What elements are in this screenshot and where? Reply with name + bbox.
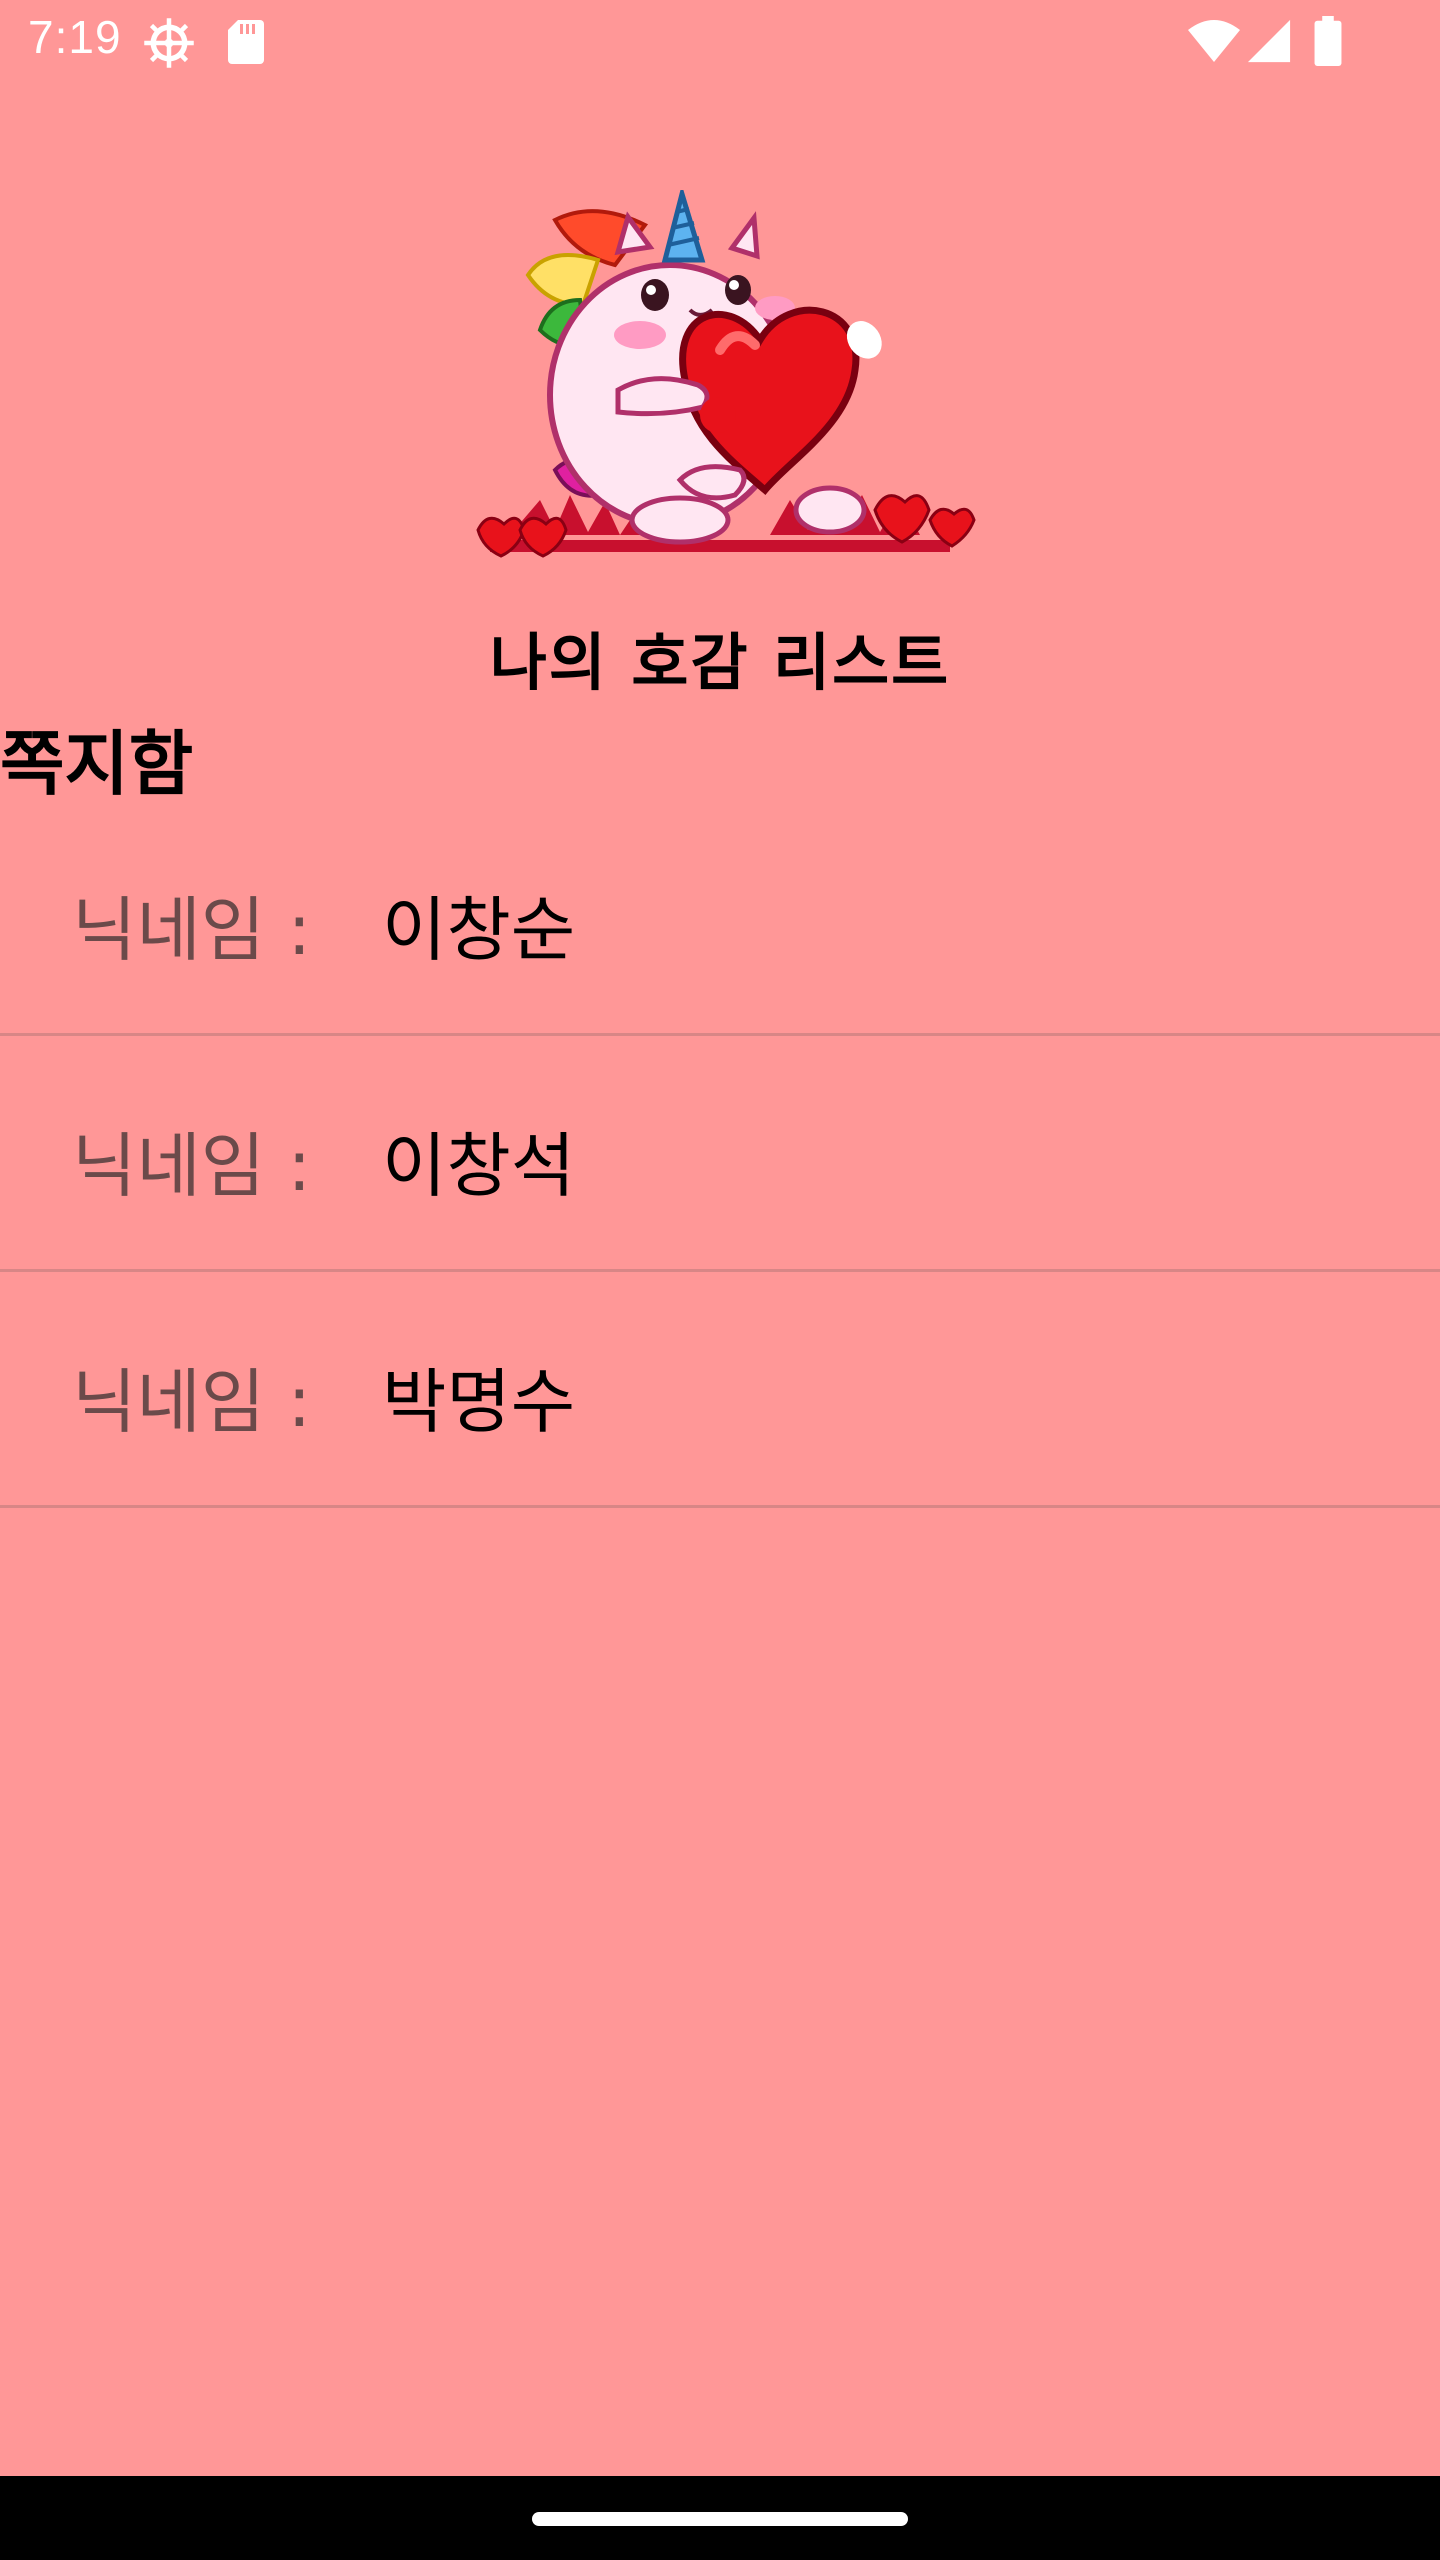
- gear-icon: [144, 18, 194, 68]
- status-time: 7:19: [28, 11, 122, 63]
- nickname-label: 닉네임 :: [72, 1361, 312, 1443]
- section-title: 쪽지함: [0, 723, 194, 805]
- nickname-value: 이창순: [382, 889, 576, 971]
- signal-icon: [1247, 19, 1291, 63]
- likes-list: 닉네임 : 이창순 닉네임 : 이창석 닉네임 : 박명수: [0, 800, 1440, 1508]
- page-title: 나의 호감 리스트: [489, 626, 951, 699]
- nickname-label: 닉네임 :: [72, 889, 312, 971]
- unicorn-heart-illustration: [476, 190, 976, 558]
- nickname-value: 이창석: [382, 1125, 576, 1207]
- list-item[interactable]: 닉네임 : 이창순: [0, 800, 1440, 1036]
- nickname-value: 박명수: [382, 1361, 576, 1443]
- battery-icon: [1314, 16, 1342, 66]
- sd-card-icon: [228, 20, 264, 64]
- list-item[interactable]: 닉네임 : 박명수: [0, 1272, 1440, 1508]
- nickname-label: 닉네임 :: [72, 1125, 312, 1207]
- home-indicator[interactable]: [532, 2512, 908, 2526]
- status-bar: 7:19: [0, 0, 1440, 84]
- list-item[interactable]: 닉네임 : 이창석: [0, 1036, 1440, 1272]
- wifi-icon: [1188, 20, 1240, 62]
